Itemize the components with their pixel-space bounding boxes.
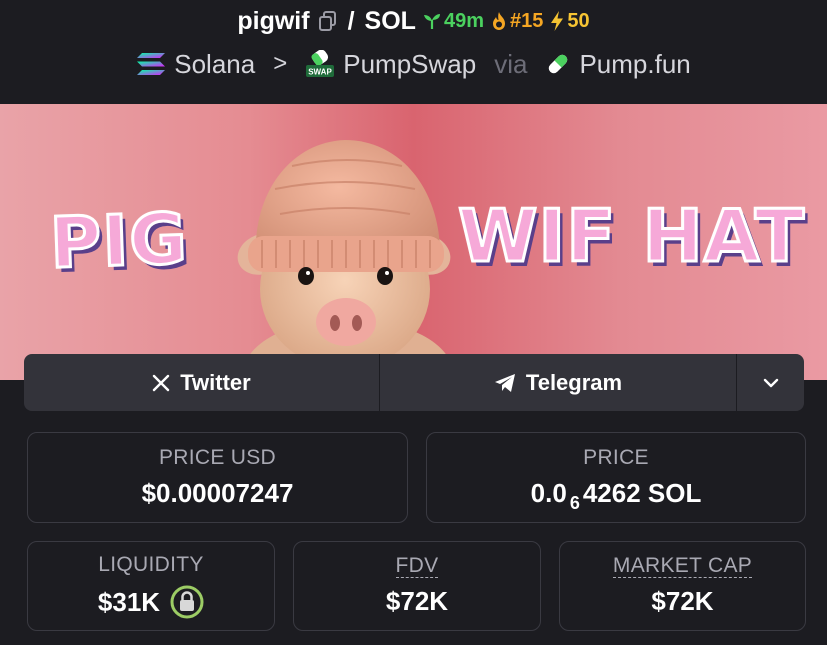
price-native-prefix: 0.0 bbox=[530, 478, 567, 508]
pair-separator: / bbox=[347, 6, 355, 35]
trending-rank-badge[interactable]: #15 bbox=[490, 10, 543, 33]
pair-header: pigwif / SOL 49m #15 50 Solana > SWAP Pu… bbox=[0, 0, 827, 104]
rank-value: #15 bbox=[509, 9, 544, 32]
breadcrumb: Solana > SWAP PumpSwap via Pump.fun bbox=[0, 44, 827, 84]
launchpad-name: Pump.fun bbox=[579, 48, 691, 79]
price-native-label: PRICE bbox=[583, 446, 649, 469]
boost-value: 50 bbox=[567, 9, 590, 32]
chain-name: Solana bbox=[174, 48, 256, 79]
banner-text-pig: PIG bbox=[47, 196, 191, 286]
telegram-button[interactable]: Telegram bbox=[380, 354, 737, 411]
more-socials-button[interactable] bbox=[737, 354, 804, 411]
fdv-label[interactable]: FDV bbox=[395, 555, 439, 578]
lock-icon[interactable] bbox=[170, 585, 204, 619]
price-usd-value: $0.00007247 bbox=[141, 478, 294, 508]
age-badge: 49m bbox=[422, 10, 484, 33]
twitter-label: Twitter bbox=[180, 369, 251, 395]
pair-title-row: pigwif / SOL 49m #15 50 bbox=[0, 4, 827, 38]
pill-icon bbox=[549, 54, 568, 74]
quote-symbol: SOL bbox=[364, 6, 416, 35]
banner-text-wif-hat: WIF HAT bbox=[457, 193, 806, 280]
price-native-value: 0.0 6 4262 SOL bbox=[530, 478, 702, 513]
price-usd-card: PRICE USD $0.00007247 bbox=[27, 432, 408, 523]
twitter-button[interactable]: Twitter bbox=[24, 354, 380, 411]
token-banner: PIG WIF HAT bbox=[0, 104, 827, 380]
breadcrumb-launchpad[interactable]: Pump.fun bbox=[545, 48, 691, 80]
liquidity-value-row: $31K bbox=[98, 585, 204, 619]
telegram-icon bbox=[494, 373, 515, 392]
breadcrumb-chain[interactable]: Solana bbox=[136, 49, 255, 80]
market-cap-value: $72K bbox=[651, 586, 714, 616]
market-cap-card[interactable]: MARKET CAP $72K bbox=[559, 541, 806, 631]
price-native-zero-count: 6 bbox=[569, 493, 580, 513]
seedling-icon bbox=[423, 14, 440, 29]
price-native-rest: 4262 SOL bbox=[582, 478, 702, 508]
breadcrumb-separator: > bbox=[273, 50, 288, 77]
liquidity-value: $31K bbox=[97, 586, 161, 617]
breadcrumb-dex[interactable]: SWAP PumpSwap bbox=[305, 49, 476, 80]
telegram-label: Telegram bbox=[525, 369, 623, 395]
token-name: pigwif bbox=[237, 6, 310, 35]
price-native-card: PRICE 0.0 6 4262 SOL bbox=[426, 432, 806, 523]
lightning-icon bbox=[551, 11, 564, 31]
social-links-bar: Twitter Telegram bbox=[24, 354, 804, 411]
solana-icon bbox=[137, 53, 166, 75]
market-cap-label[interactable]: MARKET CAP bbox=[612, 555, 753, 578]
fire-icon bbox=[492, 12, 505, 30]
via-text: via bbox=[494, 48, 528, 79]
copy-icon[interactable] bbox=[318, 10, 338, 32]
fdv-card[interactable]: FDV $72K bbox=[293, 541, 541, 631]
fdv-value: $72K bbox=[385, 586, 449, 616]
age-value: 49m bbox=[443, 9, 484, 32]
liquidity-card: LIQUIDITY $31K bbox=[27, 541, 275, 631]
chevron-down-icon bbox=[763, 378, 778, 387]
price-usd-label: PRICE USD bbox=[158, 446, 277, 469]
dex-name: PumpSwap bbox=[343, 48, 477, 79]
liquidity-label: LIQUIDITY bbox=[98, 553, 204, 576]
x-icon bbox=[153, 374, 170, 391]
boost-badge[interactable]: 50 bbox=[549, 9, 590, 33]
pumpswap-badge-text: SWAP bbox=[308, 68, 332, 77]
pumpswap-icon: SWAP bbox=[306, 50, 335, 77]
